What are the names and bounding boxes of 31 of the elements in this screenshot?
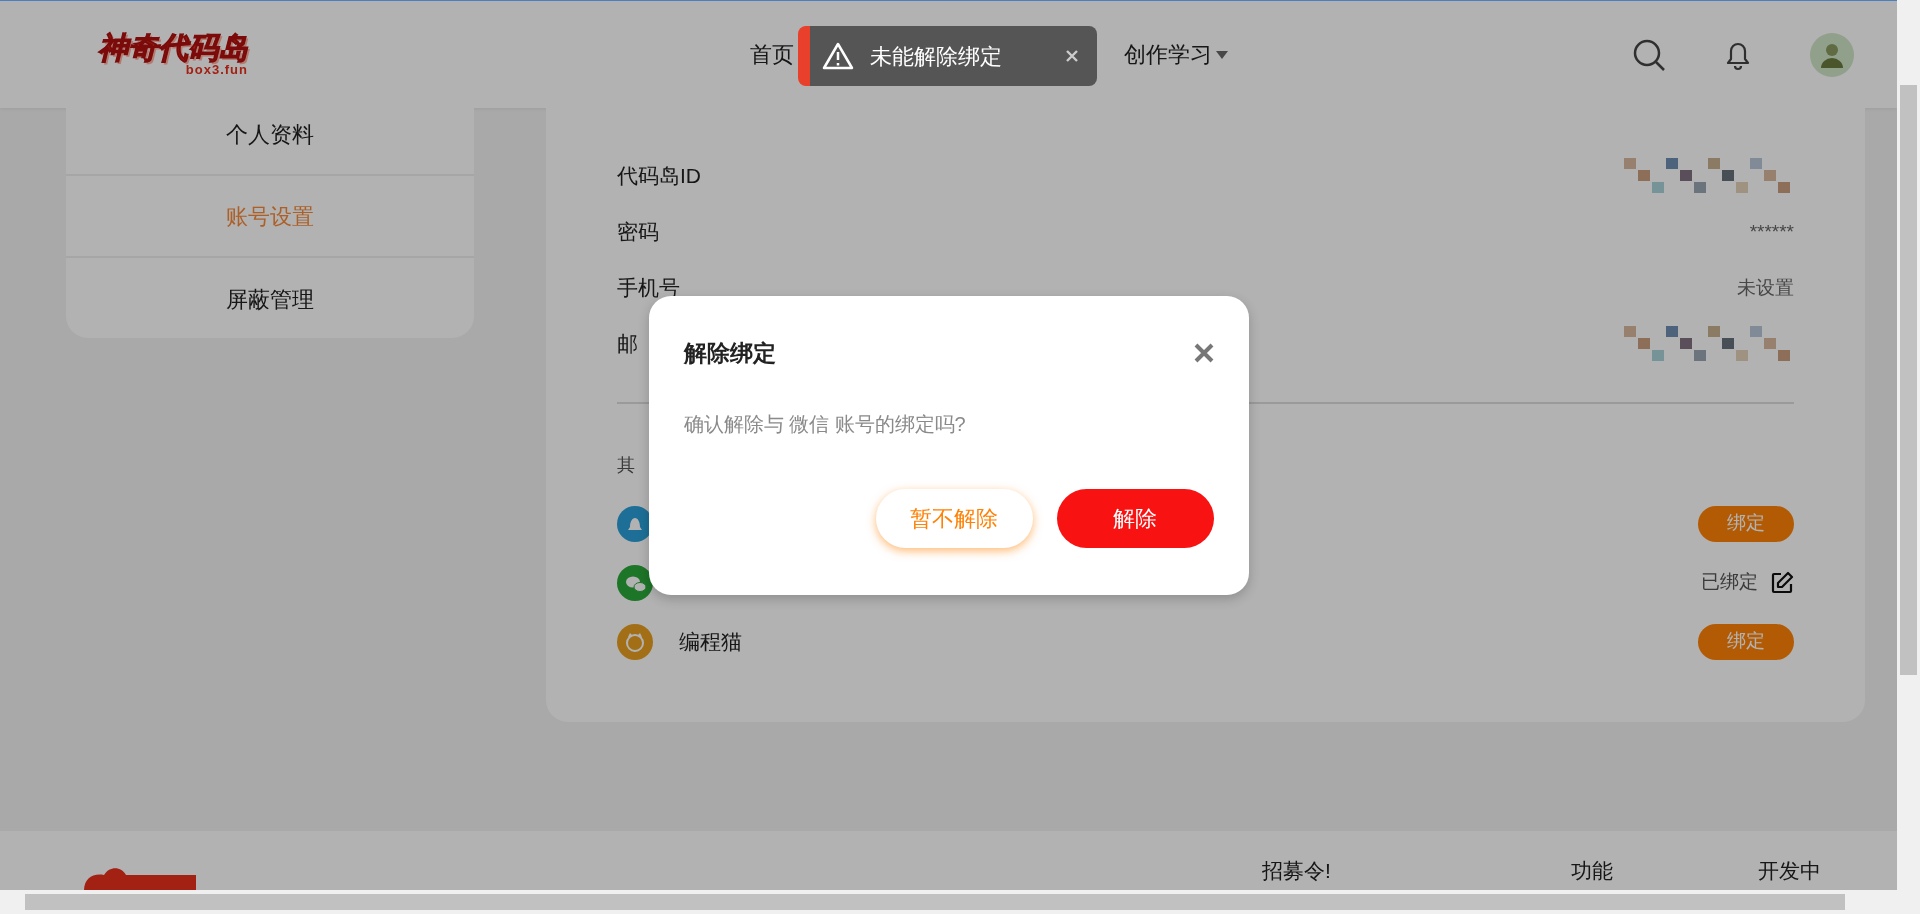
field-label: 密码 [617,219,659,246]
scrollbar-thumb[interactable] [1900,85,1917,675]
sidebar-item[interactable]: 个人资料 [66,94,474,176]
edit-icon[interactable] [1770,570,1794,595]
avatar[interactable] [1810,32,1854,77]
footer-link[interactable]: 开发中 [1757,855,1821,887]
footer-link[interactable]: 招募令! [1262,855,1331,887]
field-label: 代码岛ID [617,163,701,190]
nav-link[interactable]: 首页 [750,38,794,71]
dialog-title: 解除绑定 [683,339,776,368]
toast-message: 未能解除绑定 [870,42,1002,71]
field-label: 邮 [617,331,638,358]
nav-link[interactable]: 创作学习 [1124,38,1228,71]
logo-subtitle[interactable]: box3.fun [98,63,248,76]
scrollbar-thumb[interactable] [25,894,1845,910]
section-label: 其 [617,454,636,477]
field-value: ****** [1749,219,1794,244]
close-icon[interactable] [1193,343,1214,364]
logo-title[interactable]: 神奇代码岛 [98,33,248,63]
field-value: 未设置 [1737,275,1794,300]
bind-status: 已绑定 [1701,570,1758,595]
warning-icon [822,42,854,70]
unbind-button[interactable]: 解除 [1056,488,1214,548]
search-icon[interactable] [1632,37,1666,72]
person-icon [1820,41,1844,68]
footer-link[interactable]: 功能 [1570,855,1613,887]
cat-icon [617,623,653,660]
dialog-message: 确认解除与 微信 账号的绑定吗? [683,411,967,437]
sidebar-item[interactable]: 屏蔽管理 [66,258,474,340]
account-name: 编程猫 [679,628,742,655]
close-icon[interactable] [1065,49,1079,63]
